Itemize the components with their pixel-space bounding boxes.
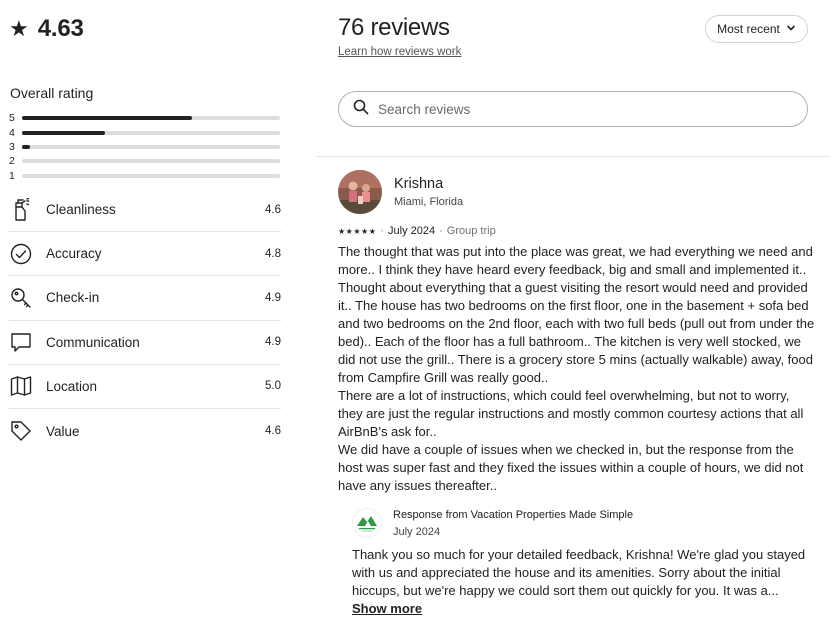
category-value: Value 4.6 [9, 409, 281, 453]
review-text: The thought that was put into the place … [338, 244, 815, 493]
rating-bar-label: 1 [9, 169, 15, 182]
category-accuracy: Accuracy 4.8 [9, 232, 281, 277]
category-name: Check-in [46, 290, 100, 306]
divider [316, 156, 830, 157]
category-score: 5.0 [265, 380, 281, 393]
star-icon: ★ [9, 16, 29, 41]
chevron-down-icon [786, 22, 796, 36]
host-response-title: Response from Vacation Properties Made S… [393, 509, 634, 521]
review-meta: ★★★★★ · July 2024 · Group trip [338, 225, 496, 237]
map-icon [9, 374, 33, 398]
rating-bar-fill [22, 144, 30, 149]
average-rating: ★ 4.63 [9, 14, 84, 44]
category-name: Communication [46, 334, 140, 350]
rating-bar-track [22, 116, 280, 121]
category-name: Location [46, 378, 98, 394]
sort-dropdown-button[interactable]: Most recent [705, 15, 808, 43]
reviewer-location: Miami, Florida [394, 196, 464, 208]
tag-icon [9, 419, 33, 443]
rating-bar-fill [22, 116, 193, 121]
rating-bar-row: 4 [9, 125, 281, 139]
reviews-count-title: 76 reviews [338, 14, 450, 41]
rating-bar-track [22, 144, 280, 149]
check-circle-icon [9, 242, 33, 266]
category-location: Location 5.0 [9, 365, 281, 409]
review-stars: ★★★★★ [338, 226, 377, 236]
search-reviews-input[interactable] [378, 101, 778, 117]
category-check-in: Check-in 4.9 [9, 276, 281, 321]
search-reviews-box [338, 91, 808, 127]
learn-how-reviews-work-link[interactable]: Learn how reviews work [338, 46, 461, 58]
meta-separator: · [439, 225, 443, 237]
rating-bar-label: 5 [9, 112, 15, 125]
rating-distribution: 5 4 3 2 1 [9, 111, 281, 183]
category-name: Accuracy [46, 246, 102, 262]
average-rating-value: 4.63 [37, 15, 84, 42]
rating-bar-row: 3 [9, 140, 281, 154]
spray-bottle-icon [9, 197, 33, 222]
category-cleanliness: Cleanliness 4.6 [9, 188, 281, 233]
reviews-panel: 76 reviews Learn how reviews work Most r… [316, 0, 840, 632]
show-more-button[interactable]: Show more [352, 601, 422, 616]
category-communication: Communication 4.9 [9, 321, 281, 365]
key-icon [9, 286, 33, 310]
reviewer-name: Krishna [394, 176, 444, 192]
category-score: 4.9 [265, 291, 281, 304]
rating-bar-track [22, 173, 280, 178]
category-ratings: Cleanliness 4.6 Accuracy 4.8 Check-in 4.… [9, 188, 281, 453]
category-score: 4.6 [265, 425, 281, 438]
host-logo [352, 508, 382, 538]
trip-type: Group trip [446, 225, 496, 237]
meta-separator: · [380, 225, 385, 237]
rating-bar-fill [22, 130, 105, 135]
category-name: Value [46, 423, 80, 439]
rating-bar-label: 3 [9, 140, 15, 153]
host-response-date: July 2024 [393, 526, 441, 538]
rating-bar-row: 1 [9, 169, 281, 183]
rating-bar-label: 2 [9, 155, 15, 168]
sort-label: Most recent [717, 22, 780, 36]
rating-bar-label: 4 [9, 126, 15, 139]
rating-bar-row: 2 [9, 154, 281, 168]
category-score: 4.8 [265, 247, 281, 260]
category-name: Cleanliness [46, 202, 116, 218]
reviewer-avatar[interactable] [338, 170, 382, 214]
category-score: 4.9 [265, 336, 281, 349]
category-score: 4.6 [265, 203, 281, 216]
host-response-text: Thank you so much for your detailed feed… [352, 547, 806, 598]
search-icon [353, 99, 369, 120]
review-date: July 2024 [388, 225, 436, 237]
rating-summary: ★ 4.63 Overall rating 5 4 3 2 1 Cleanlin… [0, 0, 290, 632]
rating-bar-row: 5 [9, 111, 281, 125]
chat-bubble-icon [9, 330, 33, 354]
rating-bar-track [22, 130, 280, 135]
overall-rating-title: Overall rating [10, 85, 94, 101]
rating-bar-track [22, 159, 280, 164]
